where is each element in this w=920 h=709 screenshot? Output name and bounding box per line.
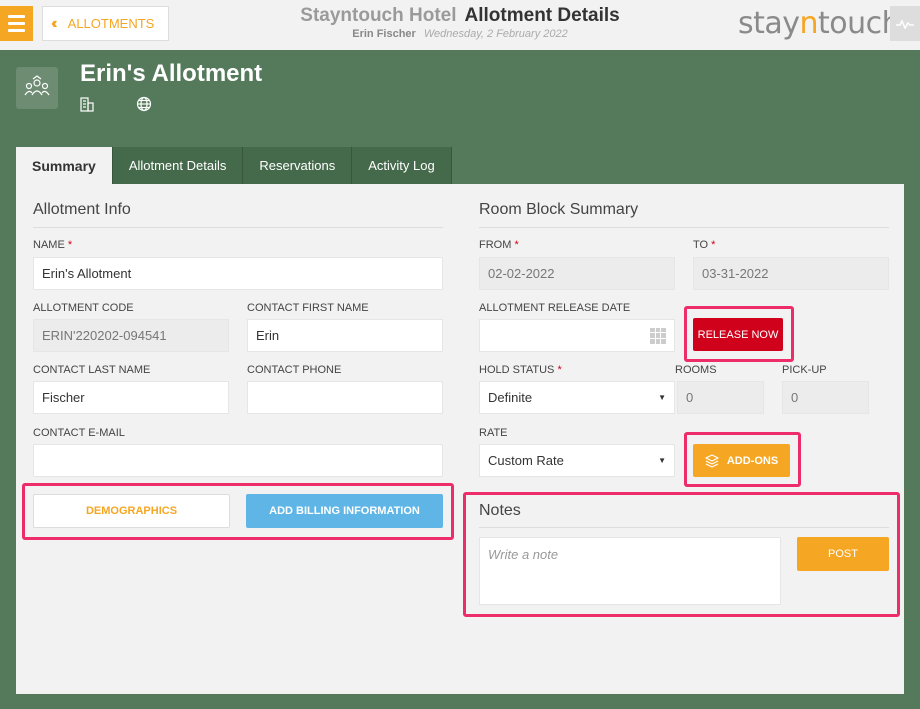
post-note-button[interactable]: POST bbox=[797, 537, 889, 571]
layers-icon bbox=[704, 453, 719, 468]
contact-phone-input[interactable] bbox=[247, 381, 443, 414]
hotel-name: Stayntouch Hotel bbox=[300, 5, 457, 26]
building-icon[interactable] bbox=[79, 96, 97, 114]
section-divider bbox=[33, 227, 443, 228]
contact-email-label: CONTACT E-MAIL bbox=[33, 427, 125, 439]
stayntouch-logo: stayntouch bbox=[738, 6, 901, 41]
caret-down-icon: ▼ bbox=[658, 393, 666, 402]
contact-email-input[interactable] bbox=[33, 444, 443, 477]
allotment-title: Erin's Allotment bbox=[80, 60, 263, 87]
tab-summary[interactable]: Summary bbox=[16, 147, 113, 184]
to-date-field: 03-31-2022 bbox=[693, 257, 889, 290]
pickup-label: PICK-UP bbox=[782, 364, 827, 376]
top-bar: ‹‹ ALLOTMENTS Stayntouch Hotel Allotment … bbox=[0, 0, 920, 50]
page-title: Allotment Details bbox=[464, 5, 620, 26]
contact-phone-label: CONTACT PHONE bbox=[247, 364, 342, 376]
business-date: Wednesday, 2 February 2022 bbox=[423, 28, 568, 40]
rate-select[interactable]: Custom Rate ▼ bbox=[479, 444, 675, 477]
release-now-button[interactable]: RELEASE NOW bbox=[693, 318, 783, 351]
room-block-summary-title: Room Block Summary bbox=[479, 201, 639, 218]
hold-status-label: HOLD STATUS * bbox=[479, 364, 562, 376]
from-date-field: 02-02-2022 bbox=[479, 257, 675, 290]
release-date-input[interactable] bbox=[479, 319, 675, 352]
rooms-field: 0 bbox=[677, 381, 764, 414]
allotment-group-icon bbox=[16, 67, 58, 109]
demographics-button[interactable]: DEMOGRAPHICS bbox=[33, 494, 230, 528]
rooms-label: ROOMS bbox=[675, 364, 717, 376]
pickup-field: 0 bbox=[782, 381, 869, 414]
summary-panel: Allotment Info NAME * Erin's Allotment A… bbox=[16, 184, 904, 694]
hold-status-select[interactable]: Definite ▼ bbox=[479, 381, 675, 414]
notes-title: Notes bbox=[479, 502, 521, 519]
add-billing-information-button[interactable]: ADD BILLING INFORMATION bbox=[246, 494, 443, 528]
rate-label: RATE bbox=[479, 427, 508, 439]
name-label: NAME * bbox=[33, 239, 73, 251]
release-date-label: ALLOTMENT RELEASE DATE bbox=[479, 302, 631, 314]
contact-last-name-input[interactable]: Fischer bbox=[33, 381, 229, 414]
tab-allotment-details[interactable]: Allotment Details bbox=[112, 147, 244, 184]
contact-first-name-label: CONTACT FIRST NAME bbox=[247, 302, 369, 314]
section-divider bbox=[479, 527, 889, 528]
globe-icon[interactable] bbox=[136, 96, 154, 114]
allotment-code-field: ERIN'220202-094541 bbox=[33, 319, 229, 352]
activity-icon[interactable] bbox=[890, 6, 920, 41]
user-name: Erin Fischer bbox=[352, 28, 416, 40]
tab-bar: Summary Allotment Details Reservations A… bbox=[16, 147, 452, 184]
tab-activity-log[interactable]: Activity Log bbox=[352, 147, 452, 184]
add-ons-button[interactable]: ADD-ONS bbox=[693, 444, 790, 477]
calendar-icon[interactable] bbox=[650, 327, 666, 344]
allotment-info-title: Allotment Info bbox=[33, 201, 131, 218]
note-input[interactable]: Write a note bbox=[479, 537, 781, 605]
from-label: FROM * bbox=[479, 239, 519, 251]
to-label: TO * bbox=[693, 239, 716, 251]
contact-last-name-label: CONTACT LAST NAME bbox=[33, 364, 151, 376]
caret-down-icon: ▼ bbox=[658, 456, 666, 465]
tab-reservations[interactable]: Reservations bbox=[243, 147, 353, 184]
allotment-code-label: ALLOTMENT CODE bbox=[33, 302, 134, 314]
contact-first-name-input[interactable]: Erin bbox=[247, 319, 443, 352]
section-divider bbox=[479, 227, 889, 228]
allotment-name-input[interactable]: Erin's Allotment bbox=[33, 257, 443, 290]
